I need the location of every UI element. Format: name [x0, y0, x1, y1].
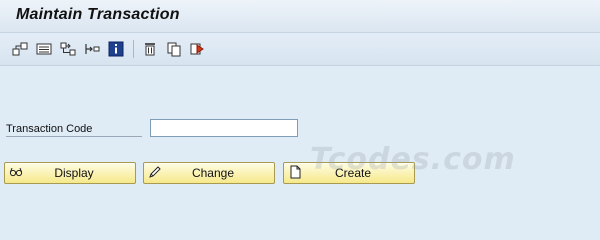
- display-button[interactable]: Display: [4, 162, 136, 184]
- toolbar-separator: [133, 40, 134, 58]
- change-button-label: Change: [191, 166, 235, 180]
- page-title: Maintain Transaction: [16, 6, 180, 23]
- where-used-list-icon[interactable]: [59, 40, 77, 58]
- information-icon[interactable]: [107, 40, 125, 58]
- display-object-list-icon[interactable]: [35, 40, 53, 58]
- watermark-text: Tcodes.com: [310, 142, 516, 177]
- change-button[interactable]: Change: [143, 162, 275, 184]
- pencil-icon: [148, 165, 162, 179]
- title-bar: Maintain Transaction: [0, 0, 600, 33]
- application-toolbar: [0, 33, 600, 66]
- transaction-code-input[interactable]: [150, 119, 298, 137]
- glasses-icon: [9, 165, 23, 179]
- new-page-icon: [288, 165, 302, 179]
- delete-icon[interactable]: [141, 40, 159, 58]
- display-button-label: Display: [54, 166, 94, 180]
- transaction-code-label: Transaction Code: [6, 123, 93, 135]
- label-underline: [6, 136, 142, 137]
- other-object-icon[interactable]: [11, 40, 29, 58]
- variants-icon[interactable]: [189, 40, 207, 58]
- test-transaction-icon[interactable]: [83, 40, 101, 58]
- copy-icon[interactable]: [165, 40, 183, 58]
